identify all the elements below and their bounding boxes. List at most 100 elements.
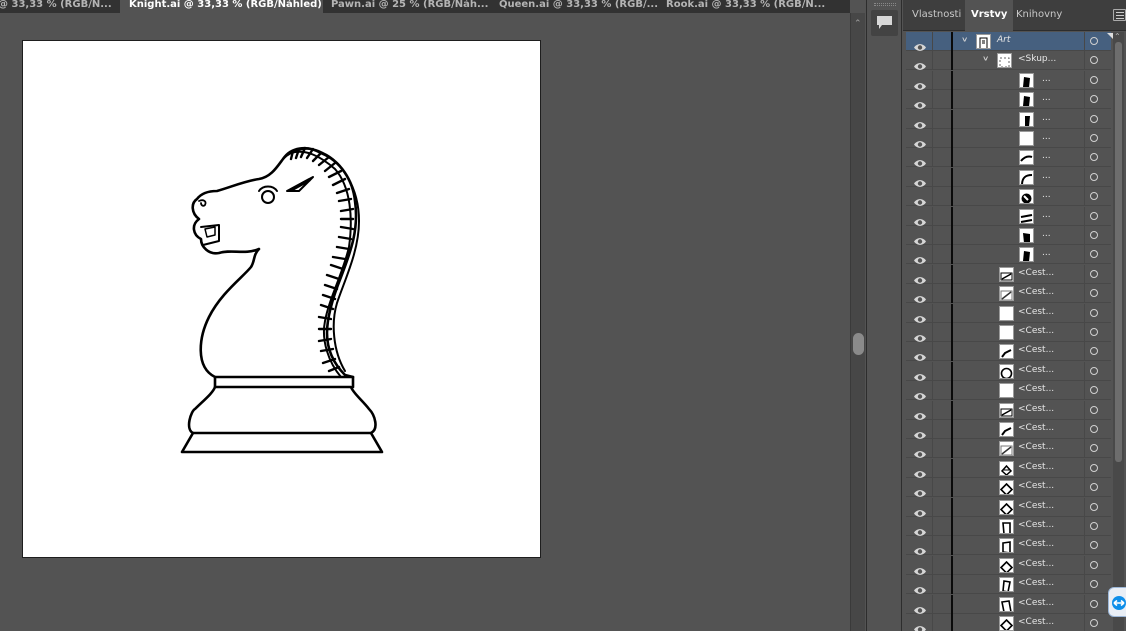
eye-icon[interactable] xyxy=(913,522,927,536)
target-circle-icon[interactable] xyxy=(1090,560,1098,569)
target-circle-icon[interactable] xyxy=(1090,522,1098,530)
target-circle-icon[interactable] xyxy=(1090,192,1098,201)
layer-name[interactable]: <Skup... xyxy=(1018,54,1056,64)
tab-queen[interactable]: Queen.ai @ 33,33 % (RGB/...× xyxy=(499,0,659,13)
layer-name[interactable]: <Cest... xyxy=(1018,287,1054,297)
eye-icon[interactable] xyxy=(913,56,927,71)
scrollbar-thumb[interactable] xyxy=(853,333,864,355)
eye-icon[interactable] xyxy=(913,95,927,110)
layer-row[interactable]: <Cest... xyxy=(906,361,1111,381)
layer-row[interactable]: ∨ <Skup... xyxy=(906,51,1111,71)
layer-name[interactable]: <Cest... xyxy=(1018,268,1054,278)
layer-row[interactable]: <Cest... xyxy=(906,381,1111,401)
layer-row[interactable]: <Cest... xyxy=(906,536,1111,556)
target-circle-icon[interactable] xyxy=(1090,405,1098,414)
canvas-area[interactable] xyxy=(0,13,850,631)
layer-row[interactable]: <Cest... xyxy=(906,517,1111,536)
layer-name[interactable]: <Cest... xyxy=(1018,462,1054,472)
target-circle-icon[interactable] xyxy=(1090,211,1098,220)
panel-grip[interactable] xyxy=(874,3,896,6)
layer-row[interactable]: <Cest... xyxy=(906,439,1111,459)
comments-button[interactable] xyxy=(871,10,898,36)
target-circle-icon[interactable] xyxy=(1090,308,1098,317)
layer-row[interactable]: ... xyxy=(906,167,1111,187)
layer-name[interactable]: Art xyxy=(997,35,1010,45)
layer-row[interactable]: <Cest... xyxy=(906,303,1111,323)
chevron-down-icon[interactable]: ∨ xyxy=(961,36,968,44)
layer-name[interactable]: ... xyxy=(1042,151,1051,161)
layer-name[interactable]: <Cest... xyxy=(1018,442,1054,452)
scroll-up-icon[interactable]: ⌃ xyxy=(1114,32,1121,41)
eye-icon[interactable] xyxy=(913,483,927,498)
tab-libraries[interactable]: Knihovny xyxy=(1010,0,1068,31)
eye-icon[interactable] xyxy=(913,309,927,323)
target-circle-icon[interactable] xyxy=(1090,269,1098,278)
layer-name[interactable]: <Cest... xyxy=(1018,326,1054,336)
teamviewer-icon[interactable] xyxy=(1108,587,1126,617)
target-circle-icon[interactable] xyxy=(1090,250,1098,259)
target-circle-icon[interactable] xyxy=(1090,619,1098,627)
layer-name[interactable]: <Cest... xyxy=(1018,384,1054,394)
layer-row[interactable]: <Cest... xyxy=(906,478,1111,498)
target-circle-icon[interactable] xyxy=(1090,231,1098,239)
layer-row[interactable]: <Cest... xyxy=(906,264,1111,284)
target-circle-icon[interactable] xyxy=(1090,502,1098,511)
layer-row[interactable]: <Cest... xyxy=(906,555,1111,575)
target-circle-icon[interactable] xyxy=(1090,425,1098,433)
layer-row[interactable]: ... xyxy=(906,129,1111,148)
layer-name[interactable]: <Cest... xyxy=(1018,598,1054,608)
eye-icon[interactable] xyxy=(913,192,927,207)
eye-icon[interactable] xyxy=(913,212,927,226)
eye-icon[interactable] xyxy=(913,619,927,631)
layer-name[interactable]: <Cest... xyxy=(1018,423,1054,433)
target-circle-icon[interactable] xyxy=(1090,172,1098,181)
target-circle-icon[interactable] xyxy=(1090,541,1098,550)
layer-name[interactable]: <Cest... xyxy=(1018,578,1054,588)
layer-row[interactable]: <Cest... xyxy=(906,400,1111,420)
tab-knight[interactable]: Knight.ai @ 33,33 % (RGB/Náhled)× xyxy=(120,0,323,13)
target-circle-icon[interactable] xyxy=(1090,95,1098,104)
eye-icon[interactable] xyxy=(913,503,927,517)
layer-name[interactable]: ... xyxy=(1042,190,1051,200)
target-circle-icon[interactable] xyxy=(1090,463,1098,472)
layer-row[interactable]: <Cest... xyxy=(906,323,1111,342)
eye-icon[interactable] xyxy=(913,250,927,265)
target-circle-icon[interactable] xyxy=(1090,114,1098,123)
tab-unknown-doc[interactable]: @ 33,33 % (RGB/N...× xyxy=(0,0,120,13)
layer-name[interactable]: ... xyxy=(1042,93,1051,103)
layer-row[interactable]: ∨ Art xyxy=(906,32,1111,51)
target-circle-icon[interactable] xyxy=(1090,328,1098,336)
eye-icon[interactable] xyxy=(913,37,927,51)
layers-scrollbar[interactable]: ⌃ xyxy=(1113,32,1124,631)
eye-icon[interactable] xyxy=(913,173,927,187)
layer-row[interactable]: ... xyxy=(906,245,1111,265)
eye-icon[interactable] xyxy=(913,328,927,342)
target-circle-icon[interactable] xyxy=(1090,347,1098,356)
layer-name[interactable]: ... xyxy=(1042,113,1051,123)
eye-icon[interactable] xyxy=(913,386,927,401)
layer-row[interactable]: ... xyxy=(906,187,1111,207)
layer-row[interactable]: <Cest... xyxy=(906,420,1111,439)
target-circle-icon[interactable] xyxy=(1090,153,1098,162)
layer-name[interactable]: ... xyxy=(1042,248,1051,258)
eye-icon[interactable] xyxy=(913,134,927,148)
target-circle-icon[interactable] xyxy=(1090,37,1098,45)
layer-row[interactable]: ... xyxy=(906,148,1111,168)
eye-icon[interactable] xyxy=(913,600,927,614)
layer-name[interactable]: <Cest... xyxy=(1018,307,1054,317)
eye-icon[interactable] xyxy=(913,541,927,556)
layer-row[interactable]: <Cest... xyxy=(906,575,1111,595)
layer-row[interactable]: <Cest... xyxy=(906,497,1111,517)
scrollbar-thumb[interactable] xyxy=(1115,42,1122,462)
eye-icon[interactable] xyxy=(913,76,927,90)
tab-rook[interactable]: Rook.ai @ 33,33 % (RGB/N...× xyxy=(666,0,826,13)
layer-name[interactable]: <Cest... xyxy=(1018,501,1054,511)
eye-icon[interactable] xyxy=(913,406,927,420)
layer-row[interactable]: <Cest... xyxy=(906,614,1111,631)
layer-name[interactable]: <Cest... xyxy=(1018,520,1054,530)
eye-icon[interactable] xyxy=(913,580,927,595)
layer-row[interactable]: <Cest... xyxy=(906,458,1111,478)
layer-row[interactable]: ... xyxy=(906,109,1111,129)
eye-icon[interactable] xyxy=(913,367,927,381)
target-circle-icon[interactable] xyxy=(1090,580,1098,589)
